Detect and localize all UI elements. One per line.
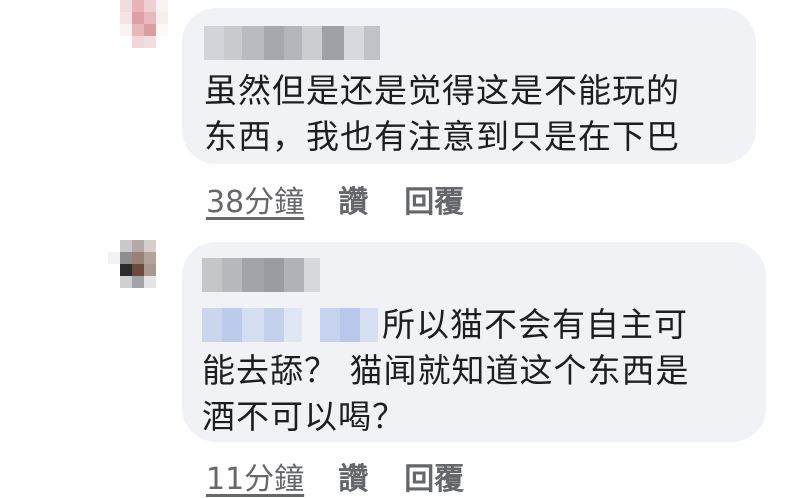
commenter-name-pixelated[interactable] <box>204 26 756 60</box>
commenter-name-pixelated[interactable] <box>202 258 766 292</box>
comment-actions: 38分鐘 讚 回覆 <box>206 177 464 221</box>
comment-text: 所以猫不会有自主可 能去舔？ 猫闻就知道这个东西是 酒不可以喝？ <box>202 305 690 436</box>
comment-bubble: 所以猫不会有自主可 能去舔？ 猫闻就知道这个东西是 酒不可以喝？ <box>182 242 766 442</box>
reply-button[interactable]: 回覆 <box>404 177 464 221</box>
comment-timestamp[interactable]: 38分鐘 <box>206 177 304 221</box>
comment-bubble: 虽然但是还是觉得这是不能玩的 东西，我也有注意到只是在下巴 <box>182 8 756 164</box>
comment-text: 虽然但是还是觉得这是不能玩的 东西，我也有注意到只是在下巴 <box>204 71 680 156</box>
like-button[interactable]: 讚 <box>338 454 368 498</box>
avatar[interactable] <box>108 240 168 288</box>
like-button[interactable]: 讚 <box>338 177 368 221</box>
comment-actions: 11分鐘 讚 回覆 <box>206 454 464 498</box>
reply-button[interactable]: 回覆 <box>404 454 464 498</box>
avatar[interactable] <box>120 0 168 48</box>
mentioned-name-pixelated[interactable] <box>202 308 378 342</box>
comment-timestamp[interactable]: 11分鐘 <box>206 454 304 498</box>
